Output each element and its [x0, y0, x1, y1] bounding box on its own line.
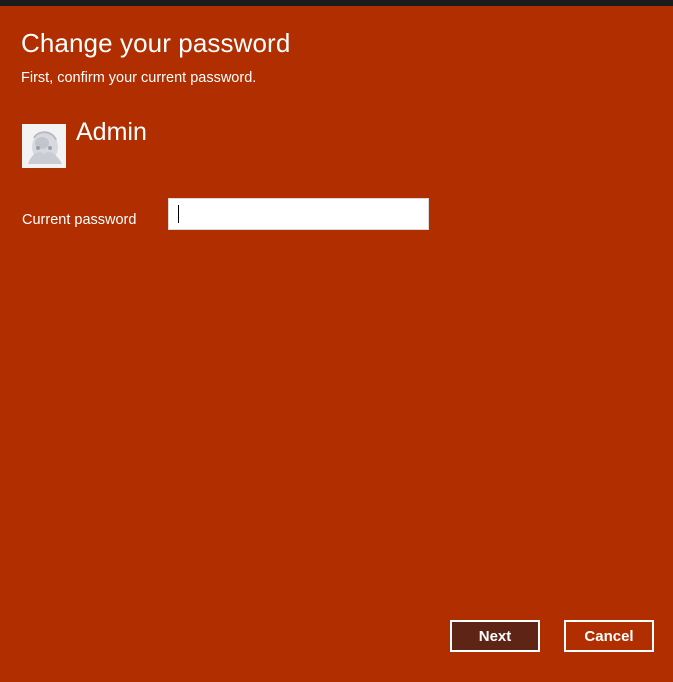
- user-name: Admin: [76, 118, 147, 146]
- page-title: Change your password: [21, 28, 291, 58]
- text-caret: [178, 205, 179, 223]
- change-password-dialog: Change your password First, confirm your…: [0, 6, 673, 682]
- current-password-input[interactable]: [168, 198, 429, 230]
- current-password-label: Current password: [22, 212, 137, 228]
- page-subtitle: First, confirm your current password.: [21, 70, 257, 86]
- user-avatar-icon: [22, 124, 66, 168]
- cancel-button[interactable]: Cancel: [564, 620, 654, 652]
- next-button[interactable]: Next: [450, 620, 540, 652]
